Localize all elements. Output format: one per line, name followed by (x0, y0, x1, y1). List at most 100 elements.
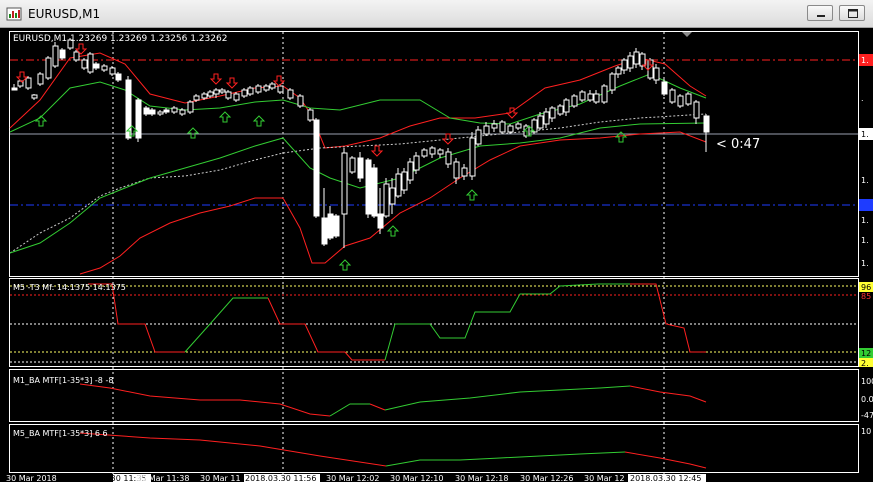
bull-candle-body (87, 53, 94, 73)
bull-candle-body (219, 89, 226, 93)
t3-green-segment (184, 297, 268, 353)
t3-axis-label: 85 (861, 292, 871, 301)
bull-candle-body (263, 85, 270, 91)
bull-candle-body (669, 89, 676, 103)
bull-candle-body (45, 57, 52, 79)
price-tag: 1. (861, 259, 869, 268)
chart-shift-marker[interactable] (682, 32, 692, 37)
minimize-icon (817, 15, 825, 17)
bull-candle-body (213, 89, 220, 95)
bear-candle-body (357, 157, 364, 179)
bear-candle-body (371, 167, 378, 217)
bear-candle-body (333, 215, 340, 237)
sell-arrow-icon (370, 145, 384, 157)
time-label: 30 Mar 2018 (6, 474, 57, 482)
bear-candle-body (661, 81, 668, 95)
time-label: 30 Mar 11:38 (136, 474, 189, 482)
price-tag: 1. (861, 56, 869, 65)
price-tag: 1. (861, 216, 869, 225)
bull-candle-body (269, 83, 276, 89)
price-tag: 1. (861, 236, 869, 245)
bull-candle-body (233, 93, 240, 101)
upper-green-band (9, 73, 707, 133)
candlesticks (11, 38, 710, 248)
sell-arrow-icon (209, 73, 223, 85)
ba5-red-segment (624, 451, 707, 469)
bear-candle-body (149, 109, 156, 115)
bull-candle-body (543, 111, 550, 125)
bear-candle-body (163, 109, 170, 113)
bull-candle-body (341, 152, 348, 215)
bull-candle-body (171, 107, 178, 113)
bull-candle-body (461, 167, 468, 177)
bear-candle-body (313, 119, 320, 217)
ba5-green-segment (385, 451, 626, 467)
bull-candle-body (109, 67, 116, 75)
bull-candle-body (255, 85, 262, 93)
time-label: 30 Mar 12:26 (520, 474, 573, 482)
ba5-red-segment (79, 432, 387, 467)
bear-candle-body (11, 87, 18, 91)
bull-candle-body (437, 149, 444, 155)
chart-canvas[interactable]: EURUSD,M1 1.23269 1.23269 1.23256 1.2326… (0, 28, 873, 482)
time-label: 2018.03.30 11:56 (245, 474, 316, 482)
window-title: EURUSD,M1 (28, 7, 101, 21)
bull-candle-body (563, 99, 570, 113)
bull-candle-body (401, 171, 408, 191)
chart-area[interactable]: EURUSD,M1 1.23269 1.23269 1.23256 1.2326… (0, 28, 873, 482)
bull-candle-body (627, 55, 634, 69)
t3-axis-label: 96 (861, 283, 871, 292)
ba1-red-segment (79, 383, 331, 417)
bull-candle-body (349, 157, 356, 173)
bull-candle-body (413, 155, 420, 171)
lower-green-band (9, 122, 707, 254)
buy-arrow-icon (338, 259, 352, 271)
ba1-axis-label: 0.0 (861, 395, 873, 404)
bull-candle-body (187, 101, 194, 113)
bear-candle-body (365, 159, 372, 215)
t3-red-segment (88, 283, 185, 353)
minimize-button[interactable] (807, 5, 833, 21)
ba5-axis-label: 10 (861, 427, 871, 436)
ba5-panel-header: M5_BA MTF[1-35*3] 6 6 (13, 429, 108, 438)
bull-candle-body (507, 125, 514, 133)
t3-axis-label: 2. (861, 359, 869, 368)
sell-arrow-icon (225, 77, 239, 89)
bull-candle-body (633, 51, 640, 65)
t3-red-segment (630, 283, 706, 353)
bull-candle-body (52, 45, 59, 67)
bear-candle-body (327, 213, 334, 239)
window-titlebar: EURUSD,M1 (0, 0, 873, 28)
bull-candle-body (677, 95, 684, 107)
bull-candle-body (73, 51, 80, 61)
bear-candle-body (115, 73, 122, 81)
maximize-button[interactable] (839, 5, 865, 21)
ba1-green-segment (384, 385, 631, 411)
bull-candle-body (241, 89, 248, 97)
bull-candle-body (193, 95, 200, 101)
bull-candle-body (307, 109, 314, 121)
ba1-red-segment (369, 403, 386, 411)
bull-candle-body (287, 89, 294, 99)
ba1-green-segment (329, 403, 370, 417)
time-label: 30 Mar 12:10 (390, 474, 443, 482)
bull-candle-body (579, 91, 586, 101)
bear-candle-body (143, 107, 150, 115)
bull-candle-body (549, 107, 556, 119)
buy-arrow-icon (465, 189, 479, 201)
main-panel-header: EURUSD,M1 1.23269 1.23269 1.23256 1.2326… (13, 34, 227, 44)
bull-candle-body (621, 59, 628, 71)
bull-candle-body (469, 137, 476, 177)
bull-candle-body (615, 67, 622, 75)
bull-candle-body (225, 91, 232, 99)
bull-candle-body (537, 115, 544, 129)
bear-candle-body (135, 99, 142, 139)
bull-candle-body (179, 109, 186, 115)
chart-window-icon (6, 7, 22, 21)
bull-candle-body (693, 101, 700, 119)
price-tag: 1. (861, 130, 869, 139)
ba1-line (79, 383, 707, 417)
bull-candle-body (207, 91, 214, 97)
bull-candle-body (653, 67, 660, 81)
bull-candle-body (475, 129, 482, 145)
